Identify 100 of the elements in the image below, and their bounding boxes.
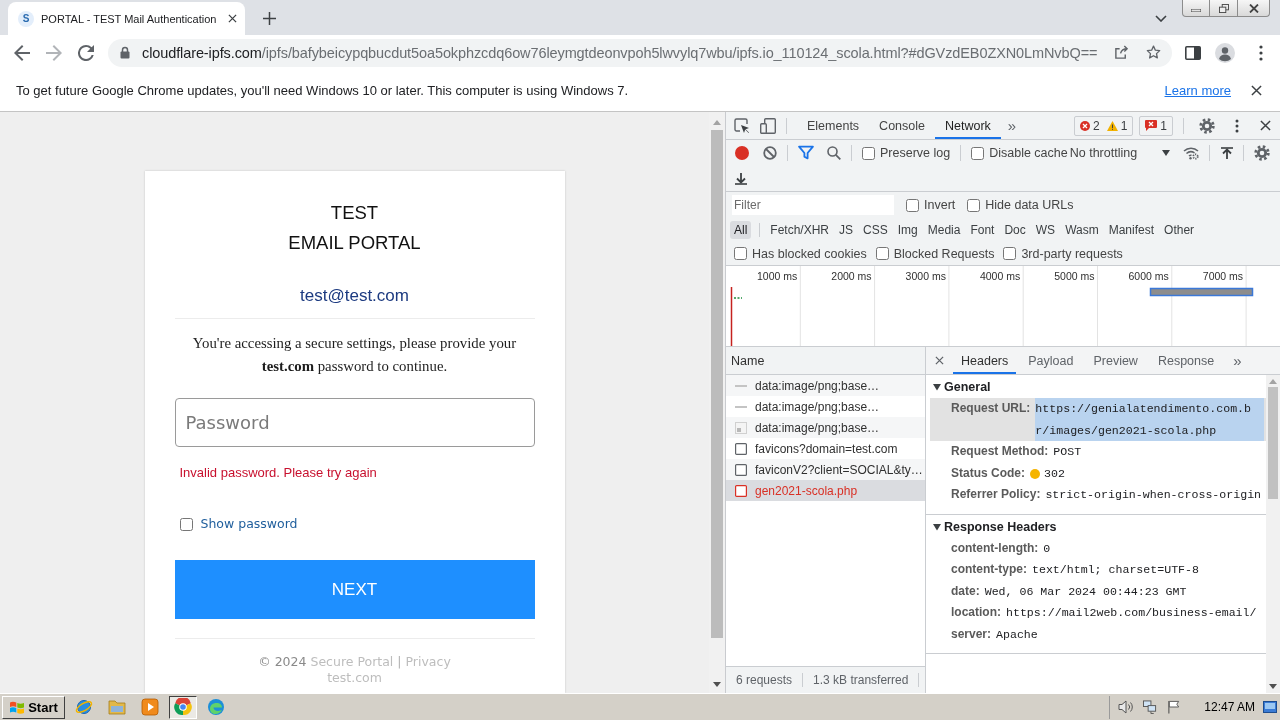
header-row[interactable]: date: Wed, 06 Mar 2024 00:44:23 GMT [930, 580, 1266, 602]
network-icon[interactable] [1142, 700, 1159, 714]
clock[interactable]: 12:47 AM [1204, 700, 1255, 714]
type-filter[interactable]: Other [1160, 221, 1199, 239]
flag-icon[interactable] [1166, 700, 1183, 714]
section-header[interactable]: General [926, 376, 1266, 398]
search-icon[interactable] [827, 146, 841, 160]
close-button[interactable] [1238, 0, 1270, 17]
device-toolbar-icon[interactable] [760, 117, 776, 134]
header-row[interactable]: Request URL: https://genialatendimento.com.br/images/gen2021-scola.php [930, 398, 1266, 441]
checkbox-label[interactable]: 3rd-party requests [1021, 246, 1123, 261]
show-desktop-icon[interactable] [1263, 701, 1277, 713]
checkbox[interactable] [734, 247, 747, 260]
checkbox[interactable] [862, 146, 875, 160]
column-header[interactable]: Name [726, 347, 925, 375]
settings-icon[interactable] [1199, 117, 1215, 134]
star-icon[interactable] [1146, 45, 1161, 60]
scrollbar[interactable] [709, 112, 725, 693]
upload-icon[interactable] [1220, 146, 1233, 160]
header-row[interactable]: server: Apache [930, 623, 1266, 645]
type-filter[interactable]: Doc [1000, 221, 1030, 239]
type-filter[interactable]: Media [923, 221, 965, 239]
restore-button[interactable] [1210, 0, 1238, 17]
record-icon[interactable] [735, 146, 749, 160]
filter-field[interactable]: Filter [732, 195, 894, 215]
type-filter[interactable]: CSS [859, 221, 892, 239]
scroll-down-icon[interactable] [713, 682, 721, 687]
checkbox[interactable] [906, 198, 919, 212]
scrollbar-thumb[interactable] [1268, 387, 1278, 499]
clear-icon[interactable] [763, 146, 777, 160]
more-tabs-button[interactable]: » [1226, 352, 1249, 369]
lock-icon[interactable] [120, 46, 130, 59]
type-filter[interactable]: WS [1031, 221, 1060, 239]
checkbox-label[interactable]: Disable cache [989, 146, 1068, 160]
checkbox-label[interactable]: Blocked Requests [893, 246, 995, 261]
devtools-tab[interactable]: Console [869, 112, 935, 139]
network-conditions-icon[interactable] [1182, 146, 1199, 160]
request-row[interactable]: faviconV2?client=SOCIAL&ty… [726, 459, 925, 480]
checkbox[interactable] [179, 517, 193, 531]
checkbox-label[interactable]: Has blocked cookies [752, 246, 867, 261]
type-filter[interactable]: JS [835, 221, 858, 239]
speaker-icon[interactable] [1118, 700, 1135, 714]
taskbar-button[interactable] [169, 695, 197, 719]
download-icon[interactable] [735, 172, 747, 185]
header-row[interactable]: content-type: text/html; charset=UTF-8 [930, 559, 1266, 581]
detail-tab[interactable]: Response [1149, 347, 1223, 374]
checkbox-label[interactable]: Invert [924, 198, 956, 212]
scrollbar[interactable] [1266, 375, 1280, 693]
minimize-button[interactable] [1182, 0, 1210, 17]
settings-icon[interactable] [1253, 145, 1270, 161]
header-row[interactable]: location: https://mail2web.com/business-email/ [930, 602, 1266, 624]
header-row[interactable]: Status Code: 302 [930, 462, 1266, 484]
scroll-down-icon[interactable] [1269, 684, 1277, 689]
scrollbar-thumb[interactable] [711, 130, 723, 638]
menu-icon[interactable] [1259, 44, 1263, 61]
request-row[interactable]: favicons?domain=test.com [726, 438, 925, 459]
password-field[interactable]: Password [174, 398, 535, 447]
detail-tab[interactable]: Payload [1020, 347, 1082, 374]
learn-more-link[interactable]: Learn more [1164, 83, 1231, 98]
devtools-tab[interactable]: Elements [797, 112, 870, 139]
request-row[interactable]: data:image/png;base… [726, 417, 925, 438]
request-row[interactable]: data:image/png;base… [726, 396, 925, 417]
detail-tab[interactable]: Headers [953, 347, 1017, 374]
type-filter[interactable]: Font [966, 221, 999, 239]
close-icon[interactable] [1251, 85, 1262, 96]
plus-icon[interactable] [263, 12, 276, 25]
close-icon[interactable] [935, 356, 944, 365]
checkbox[interactable] [875, 247, 889, 260]
header-row[interactable]: Request Method: POST [930, 441, 1266, 463]
checkbox-label[interactable]: Preserve log [880, 146, 951, 160]
type-filter[interactable]: Fetch/XHR [766, 221, 834, 239]
inspect-icon[interactable] [734, 117, 750, 134]
request-row[interactable]: gen2021-scola.php [726, 480, 925, 501]
checkbox[interactable] [967, 198, 981, 212]
close-icon[interactable] [228, 14, 237, 23]
side-panel-icon[interactable] [1185, 45, 1201, 60]
back-arrow-icon[interactable] [14, 44, 30, 61]
browser-tab[interactable]: S PORTAL - TEST Mail Authentication [8, 2, 245, 35]
section-header[interactable]: Response Headers [926, 515, 1266, 538]
header-row[interactable]: content-length: 0 [930, 537, 1266, 559]
issues-badge[interactable]: 1 [1139, 115, 1173, 136]
throttling-dropdown[interactable]: No throttling [1069, 146, 1170, 160]
close-icon[interactable] [1260, 120, 1271, 131]
type-filter[interactable]: Manifest [1104, 221, 1159, 239]
show-password-label[interactable]: Show password [200, 516, 298, 532]
chevron-down-icon[interactable] [1155, 15, 1167, 22]
more-options-icon[interactable] [1235, 118, 1239, 133]
address-bar[interactable]: cloudflare-ipfs.com/ipfs/bafybeicypqbucdut5oa5okphzcdq6ow76leymgtdeonvpoh5lwvylq7wbu/ipfs.io_110124_scola.html?#dGVzdEB0ZXN0LmNvbQ== [108, 38, 1172, 67]
checkbox[interactable] [1003, 247, 1017, 260]
type-filter[interactable]: Img [893, 221, 922, 239]
profile-avatar-icon[interactable] [1215, 42, 1235, 63]
console-counts-badge[interactable]: 2 1 [1073, 115, 1134, 136]
type-filter[interactable]: Wasm [1061, 221, 1103, 239]
checkbox-label[interactable]: Hide data URLs [985, 198, 1074, 212]
filter-icon[interactable] [798, 145, 814, 161]
detail-tab[interactable]: Preview [1085, 347, 1146, 374]
type-filter[interactable]: All [730, 221, 752, 239]
reload-icon[interactable] [78, 44, 94, 61]
more-tabs-button[interactable]: » [1000, 117, 1024, 134]
header-row[interactable]: Referrer Policy: strict-origin-when-cross-origin [930, 484, 1266, 506]
